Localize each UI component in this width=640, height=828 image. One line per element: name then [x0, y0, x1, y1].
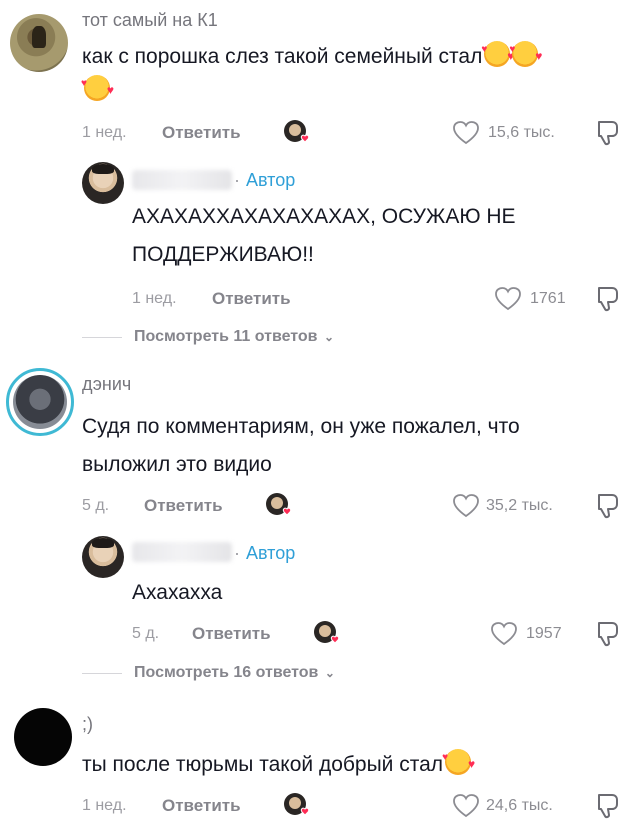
heart-outline-icon[interactable] [494, 286, 522, 312]
like-count: 1957 [526, 625, 562, 642]
reply-age: 1 нед. [132, 290, 177, 307]
thumbs-down-icon[interactable] [594, 284, 622, 314]
reply-age: 5 д. [132, 625, 160, 642]
heart-outline-icon[interactable] [452, 120, 480, 146]
avatar[interactable] [13, 375, 67, 429]
thumbs-down-icon[interactable] [594, 491, 622, 521]
author-avatar[interactable] [82, 162, 124, 204]
comment-text-line: Судя по комментариям, он уже пожалел, чт… [82, 415, 520, 438]
like-count: 35,2 тыс. [486, 497, 553, 514]
comment-age: 5 д. [82, 497, 110, 514]
reply-button[interactable]: Ответить [192, 624, 271, 644]
like-count: 1761 [530, 290, 566, 307]
heart-outline-icon[interactable] [452, 793, 480, 819]
creator-liked-avatar-icon [264, 491, 294, 521]
avatar[interactable] [10, 14, 68, 72]
thumbs-down-icon[interactable] [594, 118, 622, 148]
comment-age: 1 нед. [82, 124, 127, 141]
reply-button[interactable]: Ответить [212, 289, 291, 309]
comment-username[interactable]: дэнич [82, 374, 131, 395]
heart-outline-icon[interactable] [452, 493, 480, 519]
comment-text: ты после тюрьмы такой добрый стал [82, 739, 475, 784]
like-count: 15,6 тыс. [488, 124, 555, 141]
creator-liked-avatar-icon [312, 619, 342, 649]
reply-text-line: ПОДДЕРЖИВАЮ!! [132, 243, 314, 266]
divider [82, 337, 122, 338]
thumbs-down-icon[interactable] [594, 791, 622, 821]
author-badge: · Автор [234, 170, 296, 190]
creator-liked-avatar-icon [282, 118, 312, 148]
reply-text-line: АХАХАХХАХАХАХАХАХ, ОСУЖАЮ НЕ [132, 205, 516, 228]
comment-age: 1 нед. [82, 797, 127, 814]
view-replies-button[interactable]: Посмотреть 11 ответов ⌄ [134, 328, 334, 346]
comment-text: как с порошка слез такой семейный стал [82, 31, 542, 76]
view-replies-button[interactable]: Посмотреть 16 ответов ⌄ [134, 664, 335, 682]
smiling-face-with-hearts-icon [509, 31, 542, 75]
smiling-face-with-hearts-icon [481, 31, 514, 75]
chevron-down-icon: ⌄ [323, 330, 335, 344]
smiling-face-with-hearts-icon [81, 65, 114, 109]
like-count: 24,6 тыс. [486, 797, 553, 814]
author-username-hidden [132, 542, 232, 562]
heart-outline-icon[interactable] [490, 621, 518, 647]
author-avatar[interactable] [82, 536, 124, 578]
reply-button[interactable]: Ответить [144, 496, 223, 516]
creator-liked-avatar-icon [282, 791, 312, 821]
comment-username[interactable]: тот самый на К1 [82, 10, 218, 31]
smiling-face-with-hearts-icon [442, 739, 475, 783]
comment-username[interactable]: ;) [82, 714, 93, 735]
reply-button[interactable]: Ответить [162, 796, 241, 816]
author-badge: · Автор [234, 543, 296, 563]
comment-text-line: выложил это видио [82, 453, 272, 476]
reply-text-line: Ахахахха [132, 581, 223, 604]
thumbs-down-icon[interactable] [594, 619, 622, 649]
reply-button[interactable]: Ответить [162, 123, 241, 143]
author-username-hidden [132, 170, 232, 190]
chevron-down-icon: ⌄ [324, 666, 335, 680]
avatar[interactable] [14, 708, 72, 766]
divider [82, 673, 122, 674]
